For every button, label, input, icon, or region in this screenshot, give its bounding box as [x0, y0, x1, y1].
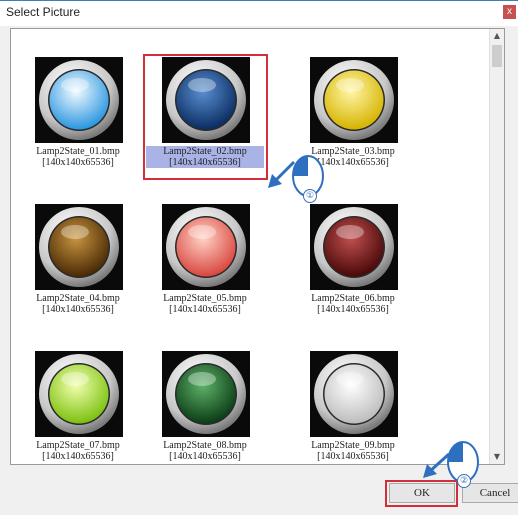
picture-caption: Lamp2State_01.bmp [140x140x65536]	[19, 146, 137, 168]
selected-highlight-frame	[143, 54, 268, 180]
picture-filename: Lamp2State_04.bmp	[36, 293, 120, 304]
picture-filename: Lamp2State_08.bmp	[163, 440, 247, 451]
close-button[interactable]: x	[503, 5, 516, 19]
lamp-thumbnail	[35, 57, 123, 143]
vertical-scrollbar[interactable]: ▲ ▼	[489, 29, 504, 464]
picture-caption: Lamp2State_09.bmp [140x140x65536]	[294, 440, 412, 462]
step-1-badge: ①	[303, 189, 317, 203]
picture-caption: Lamp2State_04.bmp [140x140x65536]	[19, 293, 137, 315]
dialog-title: Select Picture	[6, 5, 81, 19]
picture-filename: Lamp2State_07.bmp	[36, 440, 120, 451]
picture-caption: Lamp2State_08.bmp [140x140x65536]	[146, 440, 264, 462]
picture-item[interactable]: Lamp2State_08.bmp [140x140x65536]	[146, 351, 264, 464]
lamp-thumbnail	[310, 351, 398, 437]
lamp-thumbnail	[35, 351, 123, 437]
picture-filename: Lamp2State_06.bmp	[311, 293, 395, 304]
step-2-badge: ②	[457, 474, 471, 488]
select-picture-dialog: Select Picture x ▲ ▼ Lamp2State_01.bmp [1…	[0, 0, 518, 515]
picture-item[interactable]: Lamp2State_05.bmp [140x140x65536]	[146, 204, 264, 344]
picture-filename: Lamp2State_05.bmp	[163, 293, 247, 304]
picture-caption: Lamp2State_06.bmp [140x140x65536]	[294, 293, 412, 315]
picture-item[interactable]: Lamp2State_07.bmp [140x140x65536]	[19, 351, 137, 464]
mouse-annotation-1-icon	[268, 155, 324, 197]
picture-item[interactable]: Lamp2State_09.bmp [140x140x65536]	[294, 351, 412, 464]
picture-size: [140x140x65536]	[169, 451, 241, 462]
picture-size: [140x140x65536]	[317, 304, 389, 315]
picture-item[interactable]: Lamp2State_04.bmp [140x140x65536]	[19, 204, 137, 344]
picture-size: [140x140x65536]	[42, 157, 114, 168]
lamp-thumbnail	[162, 351, 250, 437]
picture-size: [140x140x65536]	[169, 304, 241, 315]
picture-item[interactable]: Lamp2State_01.bmp [140x140x65536]	[19, 57, 137, 197]
scrollbar-thumb[interactable]	[492, 45, 502, 67]
lamp-thumbnail	[35, 204, 123, 290]
lamp-thumbnail	[310, 57, 398, 143]
lamp-thumbnail	[162, 204, 250, 290]
picture-filename: Lamp2State_01.bmp	[36, 146, 120, 157]
picture-size: [140x140x65536]	[42, 451, 114, 462]
picture-caption: Lamp2State_05.bmp [140x140x65536]	[146, 293, 264, 315]
picture-list[interactable]: ▲ ▼ Lamp2State_01.bmp [140x140x65536] Lamp…	[10, 28, 505, 465]
picture-filename: Lamp2State_09.bmp	[311, 440, 395, 451]
picture-size: [140x140x65536]	[317, 451, 389, 462]
scroll-up-arrow-icon[interactable]: ▲	[490, 29, 504, 43]
lamp-thumbnail	[310, 204, 398, 290]
picture-item[interactable]: Lamp2State_06.bmp [140x140x65536]	[294, 204, 412, 344]
scroll-down-arrow-icon[interactable]: ▼	[490, 450, 504, 464]
picture-caption: Lamp2State_07.bmp [140x140x65536]	[19, 440, 137, 462]
title-bar: Select Picture x	[0, 0, 518, 26]
picture-size: [140x140x65536]	[42, 304, 114, 315]
